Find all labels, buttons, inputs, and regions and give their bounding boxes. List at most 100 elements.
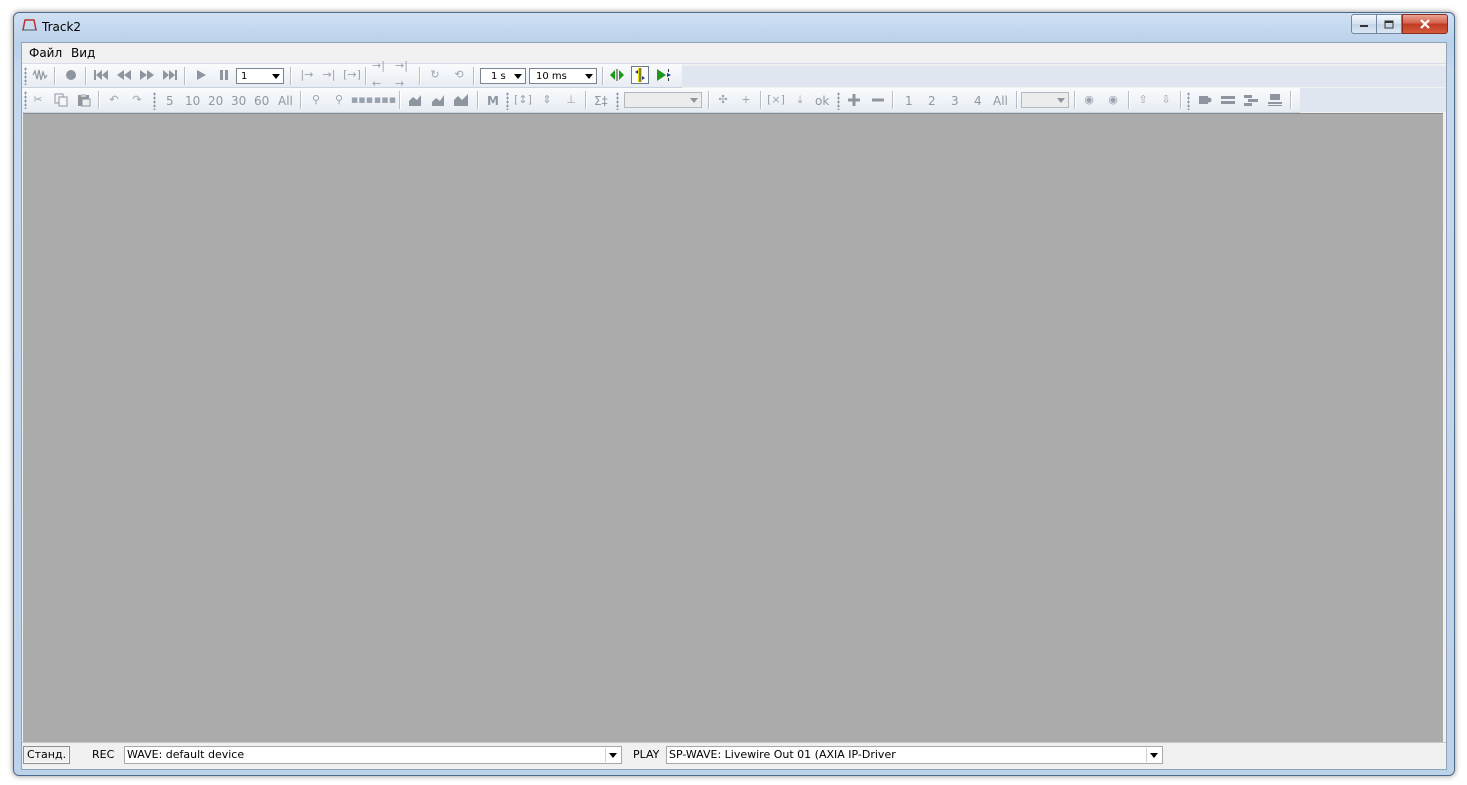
edit-toolbar: ✂ ↶ ↷ 5 10 20 30 60 All ⚲ ⚲ ▪▪▪ ▪▪▪ M [↕… — [22, 88, 1300, 113]
loop-icon[interactable]: ↻ — [426, 66, 444, 84]
cross-move-icon[interactable]: ✣ — [714, 91, 732, 109]
eye-hide-icon[interactable]: ◉ — [1104, 91, 1122, 109]
interval-select[interactable]: 1 s — [480, 68, 526, 84]
toolbar-grip[interactable] — [24, 91, 27, 109]
mode-button[interactable]: Станд. — [23, 746, 70, 764]
channel-select[interactable] — [624, 92, 702, 108]
go-to-mark-icon[interactable]: |→ — [298, 66, 316, 84]
zoom-20-button[interactable]: 20 — [208, 92, 223, 110]
go-to-end-mark-icon[interactable]: →| — [320, 66, 338, 84]
baseline-icon[interactable]: ⊥ — [562, 91, 580, 109]
select-range-icon[interactable]: [→] — [343, 66, 361, 84]
plugin-icon[interactable] — [1196, 91, 1214, 109]
sum-button[interactable]: Σ‡ — [594, 92, 608, 110]
pause-icon[interactable] — [215, 66, 233, 84]
arrow-down-icon[interactable]: ⇩ — [1157, 91, 1175, 109]
rec-device-value: WAVE: default device — [127, 748, 245, 761]
play-cursor-icon[interactable] — [655, 66, 673, 84]
chevron-down-icon — [1054, 93, 1068, 107]
chart-level-3-icon[interactable] — [452, 91, 470, 109]
eye-icon[interactable]: ◉ — [1080, 91, 1098, 109]
fit-all-icon[interactable]: ⇕ — [538, 91, 556, 109]
play-device-value: SP-WAVE: Livewire Out 01 (AXIA IP-Driver — [669, 748, 896, 761]
play-icon[interactable] — [192, 66, 210, 84]
close-button[interactable] — [1402, 14, 1448, 34]
count-value: 1 — [241, 71, 248, 82]
dotted-line-icon[interactable]: ▪▪▪ — [351, 91, 373, 109]
chevron-down-icon — [511, 69, 525, 83]
record-icon[interactable] — [62, 66, 80, 84]
rec-device-select[interactable]: WAVE: default device — [124, 746, 622, 764]
join-icon[interactable]: →|→ — [395, 59, 413, 90]
split-icon[interactable]: →|← — [372, 59, 390, 90]
toolbar-filler — [682, 66, 1446, 87]
dotted-line-alt-icon[interactable]: ▪▪▪ — [374, 91, 396, 109]
title-bar[interactable]: Track2 — [14, 13, 1454, 43]
skip-to-end-icon[interactable] — [161, 66, 179, 84]
undo-icon[interactable]: ↶ — [105, 91, 123, 109]
chevron-down-icon — [1146, 748, 1161, 762]
play-label: PLAY — [633, 748, 660, 761]
delete-region-icon[interactable]: [×] — [767, 91, 785, 109]
cut-icon[interactable]: ✂ — [29, 91, 47, 109]
toolbar-grip[interactable] — [24, 67, 27, 85]
client-area: Файл Вид 1 |→ →| [→] →|← →|→ ↻ ⟲ 1 s 10 … — [21, 42, 1447, 770]
channel-1-button[interactable]: 1 — [905, 92, 913, 110]
track-canvas[interactable] — [23, 113, 1443, 742]
layout-3-icon[interactable] — [1266, 91, 1284, 109]
app-icon — [22, 19, 37, 31]
zoom-60-button[interactable]: 60 — [254, 92, 269, 110]
ok-button[interactable]: ok — [815, 92, 829, 110]
resolution-value: 10 ms — [536, 71, 567, 82]
paste-icon[interactable] — [75, 91, 93, 109]
expand-horizontal-icon[interactable] — [608, 66, 626, 84]
zoom-30-button[interactable]: 30 — [231, 92, 246, 110]
m-button[interactable]: M — [487, 92, 499, 110]
maximize-button[interactable] — [1377, 14, 1402, 34]
rewind-icon[interactable] — [115, 66, 133, 84]
redo-icon[interactable]: ↷ — [128, 91, 146, 109]
zoom-10-button[interactable]: 10 — [185, 92, 200, 110]
maximize-icon — [1384, 20, 1394, 28]
interval-value: 1 s — [491, 71, 506, 82]
download-icon[interactable]: ⤓ — [791, 91, 809, 109]
fit-vertical-icon[interactable]: [↕] — [514, 91, 532, 109]
add-icon[interactable] — [845, 91, 863, 109]
toolbar-filler — [1300, 88, 1446, 112]
layout-2-icon[interactable] — [1242, 91, 1260, 109]
chevron-down-icon — [269, 69, 283, 83]
minimize-button[interactable] — [1351, 14, 1377, 34]
track-select[interactable] — [1021, 92, 1069, 108]
play-device-select[interactable]: SP-WAVE: Livewire Out 01 (AXIA IP-Driver — [666, 746, 1163, 764]
channel-2-button[interactable]: 2 — [928, 92, 936, 110]
status-bar: Станд. REC WAVE: default device PLAY SP-… — [22, 742, 1446, 769]
copy-icon[interactable] — [52, 91, 70, 109]
arrow-up-icon[interactable]: ⇧ — [1134, 91, 1152, 109]
chevron-down-icon — [605, 748, 620, 762]
transport-toolbar: 1 |→ →| [→] →|← →|→ ↻ ⟲ 1 s 10 ms — [22, 59, 682, 90]
loop-play-icon[interactable]: ⟲ — [450, 66, 468, 84]
resolution-select[interactable]: 10 ms — [529, 68, 597, 84]
channel-4-button[interactable]: 4 — [974, 92, 982, 110]
channel-all-button[interactable]: All — [993, 92, 1008, 110]
cross-move-small-icon[interactable]: + — [737, 91, 755, 109]
minimize-icon — [1360, 25, 1368, 27]
chart-level-1-icon[interactable] — [406, 91, 424, 109]
skip-to-start-icon[interactable] — [92, 66, 110, 84]
sync-cursor-icon[interactable] — [631, 66, 649, 84]
remove-icon[interactable] — [869, 91, 887, 109]
channel-3-button[interactable]: 3 — [951, 92, 959, 110]
chart-level-2-icon[interactable] — [429, 91, 447, 109]
layout-1-icon[interactable] — [1219, 91, 1237, 109]
marker-add-icon[interactable]: ⚲ — [307, 91, 325, 109]
zoom-all-button[interactable]: All — [278, 92, 293, 110]
chevron-down-icon — [582, 69, 596, 83]
menu-file[interactable]: Файл — [29, 46, 62, 60]
menu-view[interactable]: Вид — [71, 46, 95, 60]
count-select[interactable]: 1 — [236, 68, 284, 84]
zoom-5-button[interactable]: 5 — [166, 92, 174, 110]
window-title: Track2 — [42, 20, 82, 34]
fast-forward-icon[interactable] — [138, 66, 156, 84]
marker-remove-icon[interactable]: ⚲ — [330, 91, 348, 109]
waveform-icon[interactable] — [31, 66, 49, 84]
